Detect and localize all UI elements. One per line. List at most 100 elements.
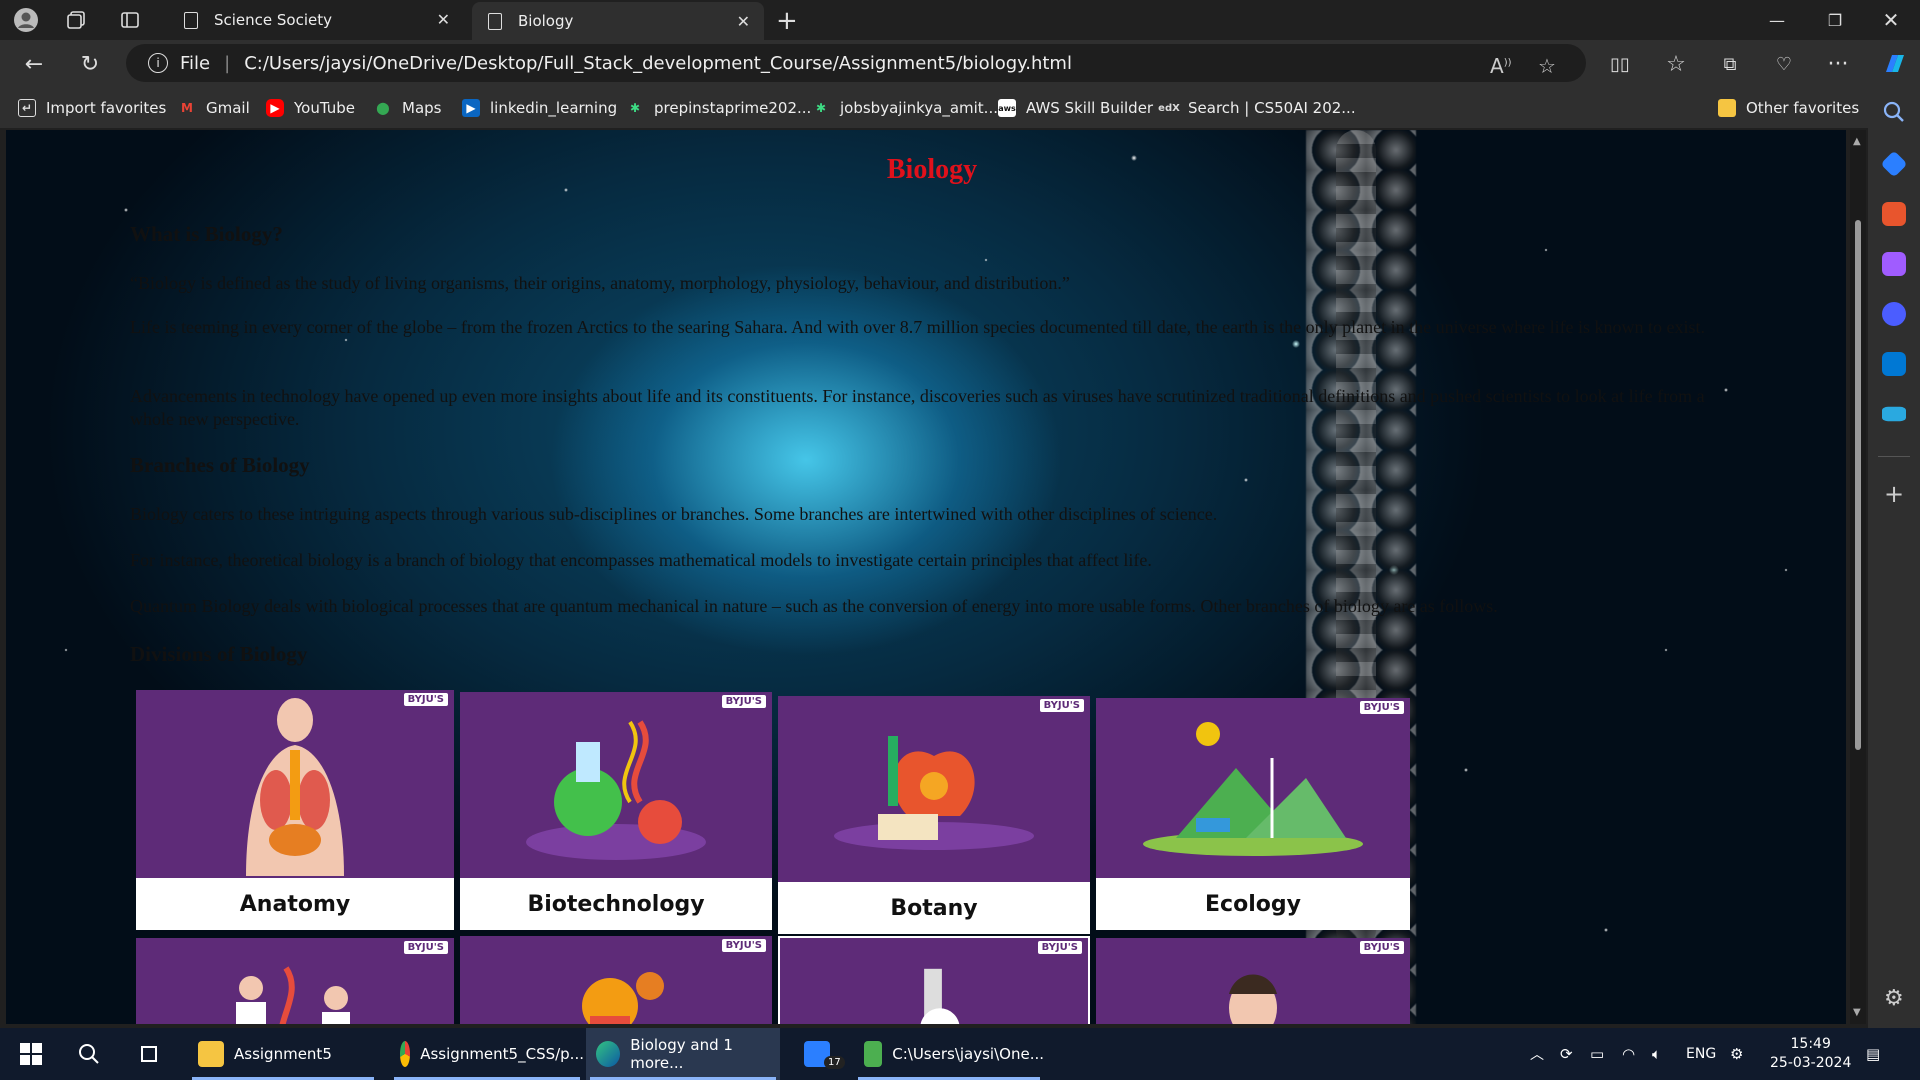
url-text[interactable]: C:/Users/jaysi/OneDrive/Desktop/Full_Sta…: [244, 53, 1072, 74]
telegram-icon[interactable]: [1882, 406, 1906, 422]
card-psychobiology[interactable]: BYJU'S: [1096, 938, 1410, 1024]
card-genetics[interactable]: BYJU'S: [136, 938, 454, 1024]
collections-icon[interactable]: ⧉: [1714, 48, 1746, 80]
page-icon: [184, 11, 198, 29]
paragraph: Advancements in technology have opened u…: [130, 386, 1705, 429]
tab-science-society[interactable]: Science Society ✕: [168, 0, 464, 40]
start-button[interactable]: [10, 1028, 62, 1080]
taskbar-item-mail[interactable]: 17: [794, 1028, 850, 1080]
read-aloud-icon[interactable]: A)): [1490, 54, 1512, 78]
paragraph: Biology caters to these intriguing aspec…: [130, 504, 1218, 524]
paragraph: Life is teeming in every corner of the g…: [130, 317, 1706, 337]
taskbar-item-notepad[interactable]: C:\Users\jaysi\One...: [854, 1028, 1044, 1080]
taskbar-item-label: Biology and 1 more...: [630, 1036, 733, 1072]
games-icon[interactable]: [1882, 252, 1906, 276]
card-anatomy[interactable]: BYJU'S Anatomy: [136, 690, 454, 930]
settings-more-icon[interactable]: ···: [1822, 48, 1854, 80]
taskbar-item-explorer[interactable]: Assignment5: [188, 1028, 378, 1080]
prepinsta-icon: ✱: [629, 101, 641, 115]
heading-branches-of-biology: Branches of Biology: [130, 453, 310, 477]
address-bar[interactable]: i File | C:/Users/jaysi/OneDrive/Desktop…: [126, 44, 1586, 82]
import-icon: ↵: [18, 99, 36, 117]
wifi-icon[interactable]: ◠: [1622, 1028, 1635, 1080]
shopping-icon[interactable]: [1880, 150, 1908, 178]
split-screen-icon[interactable]: ▯▯: [1604, 48, 1636, 80]
settings-gear-icon[interactable]: ⚙: [1730, 1028, 1743, 1080]
back-button[interactable]: ←: [18, 48, 50, 80]
card-ecology[interactable]: BYJU'S Ecology: [1096, 698, 1410, 930]
volume-icon[interactable]: 🔈︎: [1652, 1028, 1661, 1080]
notepad-icon: [864, 1041, 883, 1067]
favorite-label: prepinstaprime202...: [654, 99, 812, 117]
info-icon[interactable]: i: [148, 53, 168, 73]
youtube-icon: ▶: [266, 99, 284, 117]
card-label: Ecology: [1096, 878, 1410, 930]
search-icon[interactable]: [1882, 100, 1906, 124]
favorite-maps[interactable]: ⬤ Maps: [374, 96, 441, 120]
card-botany[interactable]: BYJU'S Botany: [778, 696, 1090, 934]
vertical-tabs-icon[interactable]: [116, 6, 144, 34]
brand-badge: BYJU'S: [1037, 941, 1082, 954]
clock-time: 15:49: [1790, 1036, 1831, 1052]
sync-icon[interactable]: ⟳: [1560, 1028, 1573, 1080]
scrollbar-thumb[interactable]: [1855, 220, 1861, 750]
language-indicator[interactable]: ENG: [1686, 1028, 1716, 1080]
page-viewport[interactable]: Biology What is Biology? “Biology is def…: [6, 130, 1846, 1024]
outlook-icon[interactable]: [1882, 352, 1906, 376]
clock[interactable]: 15:49 25-03-2024: [1770, 1028, 1851, 1080]
taskbar-item-label: C:\Users\jaysi\One...: [892, 1045, 1044, 1063]
other-favorites-label: Other favorites: [1746, 99, 1860, 117]
copilot-app-icon[interactable]: [1882, 302, 1906, 326]
favorite-edx[interactable]: edX Search | CS50AI 202...: [1158, 96, 1355, 120]
task-view-button[interactable]: [128, 1028, 180, 1080]
battery-icon[interactable]: ▭: [1590, 1028, 1604, 1080]
task-view-icon: [141, 1046, 157, 1062]
copilot-icon[interactable]: [1878, 48, 1910, 80]
add-app-icon[interactable]: +: [1884, 480, 1904, 508]
brand-badge: BYJU'S: [403, 941, 448, 954]
scroll-down-arrow-icon[interactable]: ▼: [1853, 1007, 1861, 1018]
taskbar-item-edge[interactable]: Biology and 1 more...: [586, 1028, 780, 1080]
favorites-icon[interactable]: ☆: [1660, 48, 1692, 80]
anatomy-illustration: [246, 698, 344, 876]
card-label: Anatomy: [136, 878, 454, 930]
refresh-button[interactable]: ↻: [74, 48, 106, 80]
notifications-icon[interactable]: ▤: [1866, 1028, 1880, 1080]
taskbar-item-chrome[interactable]: Assignment5_CSS/p...: [390, 1028, 584, 1080]
card-biotechnology[interactable]: BYJU'S Biotechnology: [460, 692, 772, 930]
favorite-star-icon[interactable]: ☆: [1538, 54, 1556, 78]
taskbar: Assignment5 Assignment5_CSS/p... Biology…: [0, 1028, 1920, 1080]
tools-icon[interactable]: [1882, 202, 1906, 226]
scroll-up-arrow-icon[interactable]: ▲: [1853, 136, 1861, 147]
sidebar-settings-icon[interactable]: ⚙: [1884, 986, 1904, 1011]
card-cell-biology[interactable]: BYJU'S: [778, 936, 1090, 1024]
restore-button[interactable]: ❐: [1806, 0, 1864, 40]
close-tab-icon[interactable]: ✕: [437, 10, 450, 29]
paragraph: Quantum Biology deals with biological pr…: [130, 596, 1498, 616]
profile-avatar-icon[interactable]: [12, 6, 40, 34]
page-title: Biology: [886, 154, 978, 185]
favorite-linkedin[interactable]: ▶ linkedin_learning: [462, 96, 617, 120]
card-label: Biotechnology: [460, 878, 772, 930]
card-microbiology[interactable]: BYJU'S: [460, 936, 772, 1024]
minimize-button[interactable]: —: [1748, 0, 1806, 40]
search-button[interactable]: [68, 1028, 120, 1080]
close-tab-icon[interactable]: ✕: [737, 12, 750, 31]
favorite-jobs[interactable]: ✱ jobsbyajinkya_amit...: [812, 96, 998, 120]
other-favorites[interactable]: Other favorites: [1718, 96, 1859, 120]
favorite-gmail[interactable]: M Gmail: [178, 96, 250, 120]
favorite-import[interactable]: ↵ Import favorites: [18, 96, 166, 120]
browser-essentials-icon[interactable]: ♡: [1768, 48, 1800, 80]
favorite-youtube[interactable]: ▶ YouTube: [266, 96, 355, 120]
show-hidden-icons-button[interactable]: ︿: [1530, 1028, 1544, 1080]
vertical-scrollbar[interactable]: ▲ ▼: [1850, 130, 1866, 1024]
tab-biology[interactable]: Biology ✕: [472, 2, 764, 40]
new-tab-button[interactable]: +: [776, 6, 798, 36]
favorite-prepinsta[interactable]: ✱ prepinstaprime202...: [626, 96, 811, 120]
workspaces-icon[interactable]: [62, 6, 90, 34]
card-label: Botany: [778, 882, 1090, 934]
edge-icon: [596, 1041, 621, 1067]
close-window-button[interactable]: ✕: [1862, 0, 1920, 40]
tab-label: Science Society: [214, 11, 333, 29]
favorite-aws[interactable]: aws AWS Skill Builder: [998, 96, 1153, 120]
